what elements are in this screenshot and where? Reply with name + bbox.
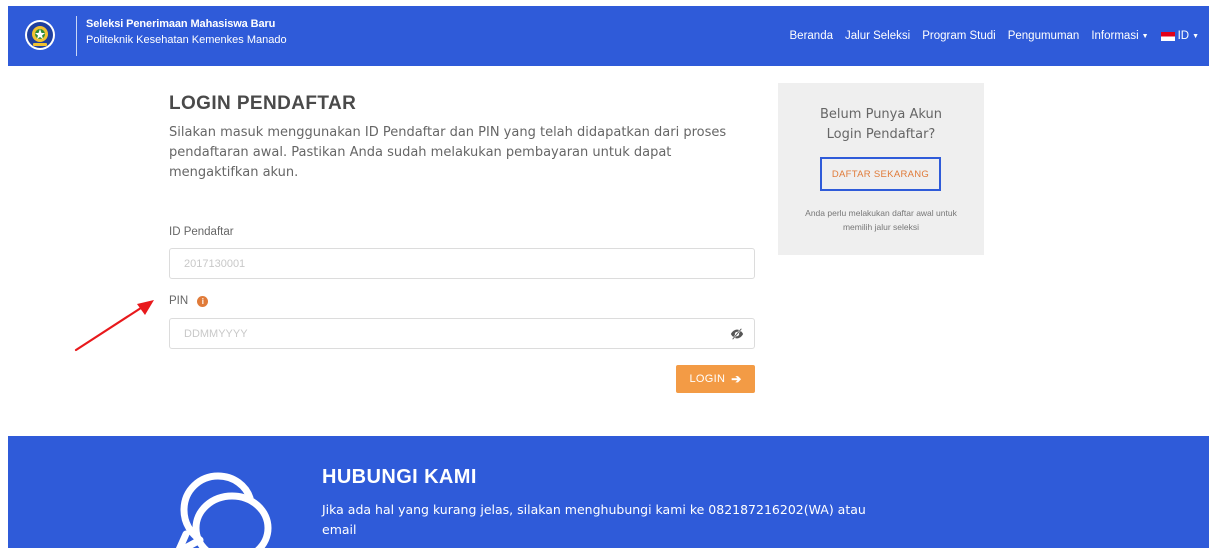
page-description: Silakan masuk menggunakan ID Pendaftar d… xyxy=(169,125,727,180)
id-pendaftar-label: ID Pendaftar xyxy=(169,226,234,238)
eye-slash-icon[interactable] xyxy=(730,327,744,341)
brand-title[interactable]: Seleksi Penerimaan Mahasiswa Baru xyxy=(86,18,275,30)
pin-input[interactable] xyxy=(170,319,738,348)
pin-label: PIN xyxy=(169,295,189,307)
nav-jalur-seleksi[interactable]: Jalur Seleksi xyxy=(845,30,910,42)
nav-informasi-dropdown[interactable]: Informasi ▼ xyxy=(1091,30,1148,42)
annotation-arrow-icon xyxy=(74,300,154,352)
nav-program-studi[interactable]: Program Studi xyxy=(922,30,996,42)
chat-bubbles-icon xyxy=(175,472,272,548)
arrow-right-icon: ➔ xyxy=(731,372,742,386)
contact-footer: HUBUNGI KAMI Jika ada hal yang kurang je… xyxy=(8,436,1209,548)
id-pendaftar-input[interactable] xyxy=(170,249,738,278)
id-pendaftar-field xyxy=(169,248,755,279)
language-label: ID xyxy=(1177,30,1190,42)
info-icon[interactable]: i xyxy=(197,296,209,307)
footer-contact-text: Jika ada hal yang kurang jelas, silakan … xyxy=(322,502,866,537)
pin-label-row: PIN i xyxy=(169,295,209,307)
login-button[interactable]: LOGIN ➔ xyxy=(676,365,755,393)
register-card-title: Belum Punya Akun Login Pendaftar? xyxy=(778,105,984,145)
pin-field xyxy=(169,318,755,349)
register-card-title-text: Belum Punya Akun Login Pendaftar? xyxy=(820,107,942,142)
register-card-note-text: Anda perlu melakukan daftar awal untuk m… xyxy=(805,208,957,232)
chevron-down-icon: ▼ xyxy=(1192,32,1199,40)
institution-logo-icon[interactable] xyxy=(24,19,56,51)
footer-title: HUBUNGI KAMI xyxy=(322,466,477,488)
brand-subtitle[interactable]: Politeknik Kesehatan Kemenkes Manado xyxy=(86,34,287,46)
daftar-sekarang-button[interactable]: DAFTAR SEKARANG xyxy=(820,157,941,191)
nav-pengumuman[interactable]: Pengumuman xyxy=(1008,30,1080,42)
indonesia-flag-icon xyxy=(1160,31,1175,41)
register-card: Belum Punya Akun Login Pendaftar? DAFTAR… xyxy=(778,83,984,255)
language-dropdown[interactable]: ID ▼ xyxy=(1160,30,1199,42)
nav-informasi-label: Informasi xyxy=(1091,30,1139,42)
register-card-note: Anda perlu melakukan daftar awal untuk m… xyxy=(778,206,984,234)
main-nav: Beranda Jalur Seleksi Program Studi Peng… xyxy=(790,6,1199,66)
page-title: LOGIN PENDAFTAR xyxy=(169,93,357,114)
login-button-label: LOGIN xyxy=(689,373,726,385)
chevron-down-icon: ▼ xyxy=(1141,32,1149,40)
brand-divider xyxy=(76,16,77,56)
nav-beranda[interactable]: Beranda xyxy=(790,30,833,42)
site-header: Seleksi Penerimaan Mahasiswa Baru Polite… xyxy=(8,6,1209,66)
